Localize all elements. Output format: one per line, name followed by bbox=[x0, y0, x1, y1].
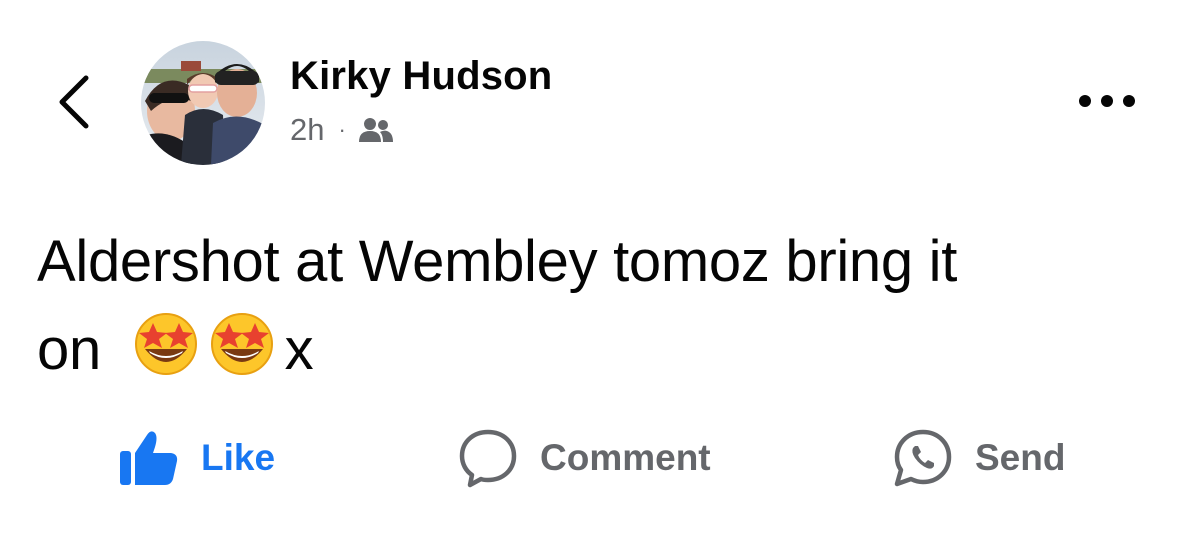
back-button[interactable] bbox=[44, 70, 104, 134]
author-name[interactable]: Kirky Hudson bbox=[290, 52, 552, 100]
comment-bubble-icon bbox=[458, 428, 518, 488]
comment-label: Comment bbox=[540, 437, 711, 478]
post-text-line-1: Aldershot at Wembley tomoz bring it bbox=[37, 229, 958, 294]
post-text-on: on bbox=[37, 317, 101, 382]
like-label: Like bbox=[201, 437, 276, 478]
thumbs-up-icon bbox=[119, 429, 179, 487]
more-options-button[interactable] bbox=[1072, 84, 1142, 118]
friends-icon[interactable] bbox=[358, 116, 394, 144]
post-text: Aldershot at Wembley tomoz bring it on x bbox=[37, 218, 1157, 402]
comment-button[interactable]: Comment bbox=[458, 425, 711, 491]
post-timestamp[interactable]: 2h bbox=[290, 112, 324, 148]
send-button[interactable]: Send bbox=[893, 425, 1065, 491]
messenger-icon bbox=[893, 428, 953, 488]
post-meta: 2h · bbox=[290, 110, 394, 150]
chevron-left-icon bbox=[59, 75, 89, 129]
send-label: Send bbox=[975, 437, 1066, 478]
avatar[interactable] bbox=[141, 41, 265, 165]
post-text-x: x bbox=[284, 317, 314, 382]
post-text-line-2: on x bbox=[37, 306, 1157, 402]
star-struck-emoji bbox=[209, 311, 275, 402]
star-struck-emoji bbox=[133, 311, 199, 402]
like-button[interactable]: Like bbox=[119, 425, 275, 491]
meta-separator: · bbox=[338, 117, 346, 142]
more-horizontal-icon bbox=[1079, 95, 1135, 107]
